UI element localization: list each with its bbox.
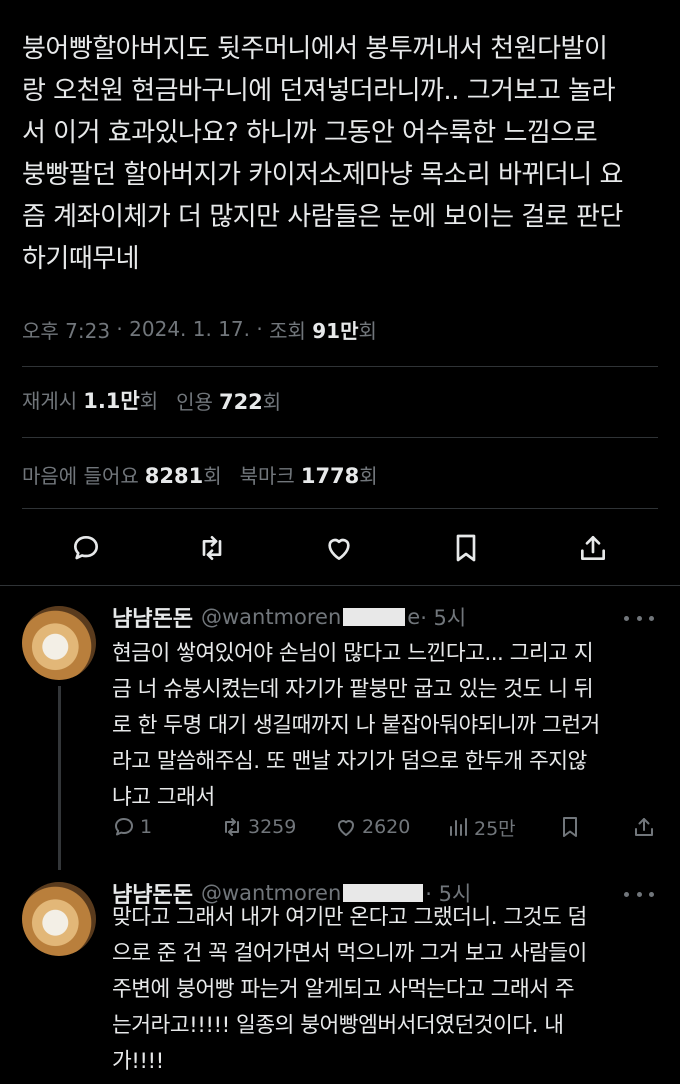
reply-handle-tail: e — [407, 605, 421, 629]
views-count-button[interactable]: 25만 — [446, 810, 516, 844]
retweets-label: 재게시 — [22, 389, 78, 413]
reply-action-bar: 1 3259 2620 25만 — [112, 810, 662, 844]
avatar[interactable] — [22, 882, 96, 956]
views-suffix: 회 — [358, 318, 377, 343]
more-options-icon[interactable] — [624, 608, 654, 628]
share-icon — [635, 818, 653, 836]
bookmarks-stat[interactable]: 북마크 1778회 — [240, 460, 378, 489]
reply-header: 냠냠돈돈 @wantmoren e · 5시 — [112, 600, 466, 634]
reply-text: 맞다고 그래서 내가 여기만 온다고 그랬더니. 그것도 덤 으로 준 건 꼭 … — [112, 905, 587, 1074]
bookmark-button[interactable] — [558, 810, 586, 844]
reply-item[interactable]: 냠냠돈돈 @wantmoren · 5시 맞다고 그래서 내가 여기만 온다고 … — [0, 872, 680, 1084]
like-count: 2620 — [362, 816, 411, 838]
bookmark-icon — [563, 817, 577, 837]
reply-icon — [115, 818, 133, 836]
reply-count: 1 — [140, 816, 153, 838]
views-count: 91만 — [312, 318, 359, 343]
likes-suffix: 회 — [203, 463, 222, 488]
retweet-count-button[interactable]: 3259 — [220, 810, 296, 844]
tweet-action-bar — [0, 518, 680, 578]
retweets-stat[interactable]: 재게시 1.1만회 — [22, 385, 158, 415]
tweet-text: 붕어빵할아버지도 뒷주머니에서 봉투꺼내서 천원다발이 랑 오천원 현금바구니에… — [22, 34, 623, 274]
retweet-icon — [225, 818, 239, 836]
bookmarks-count: 1778 — [300, 463, 360, 488]
divider — [22, 366, 658, 367]
reply-author-handle[interactable]: @wantmoren — [201, 605, 341, 629]
thread-line — [58, 686, 61, 870]
views-label: 조회 — [269, 318, 306, 343]
bookmarks-suffix: 회 — [359, 463, 378, 488]
reply-icon[interactable] — [66, 528, 106, 568]
likes-label: 마음에 들어요 — [22, 463, 139, 488]
share-icon[interactable] — [573, 528, 613, 568]
retweet-icon[interactable] — [192, 528, 232, 568]
avatar[interactable] — [22, 606, 96, 680]
divider — [22, 437, 658, 438]
reply-count-button[interactable]: 1 — [112, 810, 152, 844]
likes-count: 8281 — [144, 463, 204, 488]
stats-row-retweets: 재게시 1.1만회 인용 722회 — [22, 380, 281, 420]
stats-row-likes: 마음에 들어요 8281회 북마크 1778회 — [22, 454, 378, 494]
tweet-time[interactable]: 오후 7:23 — [22, 315, 110, 344]
views-icon — [450, 818, 467, 836]
like-icon[interactable] — [319, 528, 359, 568]
like-count-button[interactable]: 2620 — [334, 810, 410, 844]
share-button[interactable] — [632, 810, 660, 844]
redaction-box — [343, 608, 406, 626]
reply-item[interactable]: 냠냠돈돈 @wantmoren e · 5시 현금이 쌓여있어야 손님이 많다고… — [0, 596, 680, 876]
quotes-suffix: 회 — [262, 389, 282, 414]
divider — [0, 585, 680, 586]
retweet-count: 3259 — [248, 816, 297, 838]
retweets-count: 1.1만 — [83, 389, 140, 413]
reply-time[interactable]: · 5시 — [420, 602, 466, 632]
tweet-date[interactable]: 2024. 1. 17. — [129, 317, 250, 341]
likes-stat[interactable]: 마음에 들어요 8281회 — [22, 460, 222, 489]
like-icon — [338, 820, 354, 836]
tweet-meta: 오후 7:23 · 2024. 1. 17. · 조회 91만 회 — [22, 312, 377, 346]
meta-separator: · — [250, 317, 270, 341]
reply-text: 현금이 쌓여있어야 손님이 많다고 느낀다고... 그리고 지 금 너 슈붕시켰… — [112, 641, 600, 810]
retweets-suffix: 회 — [139, 389, 159, 413]
meta-separator: · — [110, 317, 130, 341]
divider — [22, 508, 658, 509]
quotes-stat[interactable]: 인용 722회 — [176, 386, 281, 415]
quotes-count: 722 — [218, 389, 263, 414]
reply-author-name[interactable]: 냠냠돈돈 — [112, 601, 193, 633]
quotes-label: 인용 — [176, 389, 213, 414]
bookmark-icon[interactable] — [446, 528, 486, 568]
views-count: 25만 — [474, 817, 516, 840]
bookmarks-label: 북마크 — [239, 463, 295, 488]
